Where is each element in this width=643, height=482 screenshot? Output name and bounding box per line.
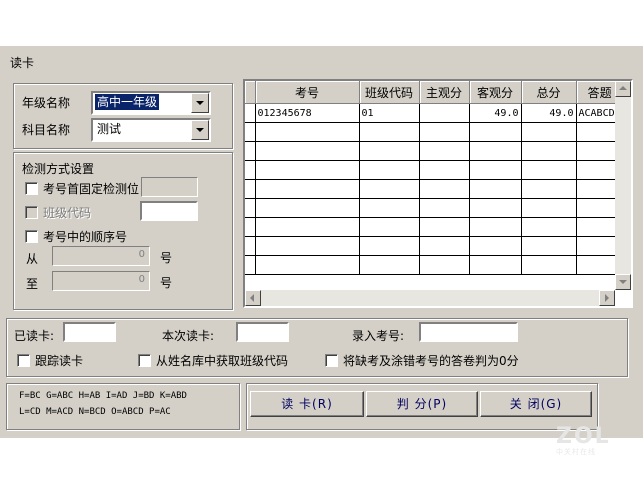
table-header-row: 考号 班级代码 主观分 客观分 总分 答题 [245, 81, 624, 104]
score-button[interactable]: 判 分(P) [366, 391, 478, 417]
this-read-label: 本次读卡: [162, 329, 215, 343]
to-unit: 号 [160, 276, 173, 290]
missing-zero-label: 将缺考及涂错考号的答卷判为0分 [343, 354, 519, 368]
table-row[interactable] [245, 141, 624, 161]
codes-line-2: L=CD M=ACD N=BCD O=ABCD P=AC [19, 407, 171, 417]
close-button[interactable]: 关 闭(G) [480, 391, 592, 417]
opt3-label: 考号中的顺序号 [43, 230, 128, 244]
to-input[interactable]: 0 [52, 271, 150, 291]
col-header[interactable]: 客观分 [469, 81, 522, 104]
chevron-down-icon[interactable] [191, 120, 209, 140]
table-row[interactable] [245, 160, 624, 180]
table-row[interactable] [245, 255, 624, 275]
from-value: 0 [138, 249, 145, 260]
follow-label: 跟踪读卡 [35, 354, 84, 368]
col-header[interactable]: 班级代码 [359, 81, 420, 104]
zol-watermark-sub: 中关村在线 [556, 448, 596, 456]
opt3-checkbox[interactable] [25, 230, 38, 243]
col-header[interactable]: 总分 [521, 81, 577, 104]
row-selector-header [245, 81, 256, 104]
cell-total[interactable]: 49.0 [521, 103, 577, 123]
window-title: 读卡 [10, 56, 35, 70]
codes-line-1: F=BC G=ABC H=AB I=AD J=BD K=ABD [19, 391, 187, 401]
results-grid[interactable]: 考号 班级代码 主观分 客观分 总分 答题 012345678 01 49.0 … [243, 79, 633, 308]
cell-class-code[interactable]: 01 [359, 103, 420, 123]
col-header[interactable]: 主观分 [419, 81, 470, 104]
cell-exam-no[interactable]: 012345678 [255, 103, 360, 123]
detect-title: 检测方式设置 [22, 162, 95, 176]
subject-value: 测试 [97, 122, 122, 136]
read-count-label: 已读卡: [14, 329, 55, 343]
table-row[interactable] [245, 198, 624, 218]
read-card-button[interactable]: 读 卡(R) [250, 391, 364, 417]
opt1-input[interactable] [141, 177, 198, 197]
read-count-field [63, 322, 116, 342]
from-input[interactable]: 0 [52, 246, 150, 266]
to-label: 至 [26, 277, 39, 291]
table-row[interactable]: 012345678 01 49.0 49.0 ACABCDC [245, 103, 624, 123]
cell-subjective[interactable] [419, 103, 470, 123]
scroll-down-icon[interactable] [615, 274, 631, 290]
from-unit: 号 [160, 251, 173, 265]
grade-select[interactable]: 高中一年级 [91, 91, 211, 115]
cell-objective[interactable]: 49.0 [469, 103, 522, 123]
opt1-label: 考号首固定检测位 [43, 182, 140, 196]
scroll-left-icon[interactable] [245, 290, 261, 306]
scroll-right-icon[interactable] [599, 290, 615, 306]
opt2-label: 班级代码 [43, 206, 92, 220]
grade-label: 年级名称 [22, 96, 71, 110]
answer-codes: F=BC G=ABC H=AB I=AD J=BD K=ABD L=CD M=A… [19, 388, 187, 420]
horizontal-scrollbar[interactable] [245, 290, 615, 306]
col-header[interactable]: 考号 [255, 81, 360, 104]
from-label: 从 [26, 252, 39, 266]
opt1-checkbox[interactable] [25, 182, 38, 195]
vertical-scrollbar[interactable] [615, 81, 631, 290]
scroll-up-icon[interactable] [615, 81, 631, 97]
subject-select[interactable]: 测试 [91, 118, 211, 142]
grade-value: 高中一年级 [95, 94, 160, 110]
table-row[interactable] [245, 236, 624, 256]
results-table: 考号 班级代码 主观分 客观分 总分 答题 012345678 01 49.0 … [245, 81, 624, 275]
table-row[interactable] [245, 122, 624, 142]
this-read-field [236, 322, 289, 342]
table-row[interactable] [245, 217, 624, 237]
entry-no-field[interactable] [419, 322, 518, 342]
to-value: 0 [138, 274, 145, 285]
opt2-checkbox[interactable] [25, 206, 38, 219]
table-row[interactable] [245, 179, 624, 199]
from-db-label: 从姓名库中获取班级代码 [156, 354, 289, 368]
row-selector[interactable] [245, 103, 256, 123]
chevron-down-icon[interactable] [191, 93, 209, 113]
missing-zero-checkbox[interactable] [325, 354, 338, 367]
follow-checkbox[interactable] [17, 354, 30, 367]
zol-watermark: ZOL [556, 424, 611, 449]
subject-label: 科目名称 [22, 123, 71, 137]
entry-no-label: 录入考号: [352, 329, 405, 343]
from-db-checkbox[interactable] [138, 354, 151, 367]
read-card-window: 读卡 年级名称 高中一年级 科目名称 测试 检测方式设置 考号首固定检测位 班级… [0, 45, 643, 438]
title-bar: 读卡 [0, 46, 643, 72]
opt2-input[interactable] [140, 201, 198, 221]
